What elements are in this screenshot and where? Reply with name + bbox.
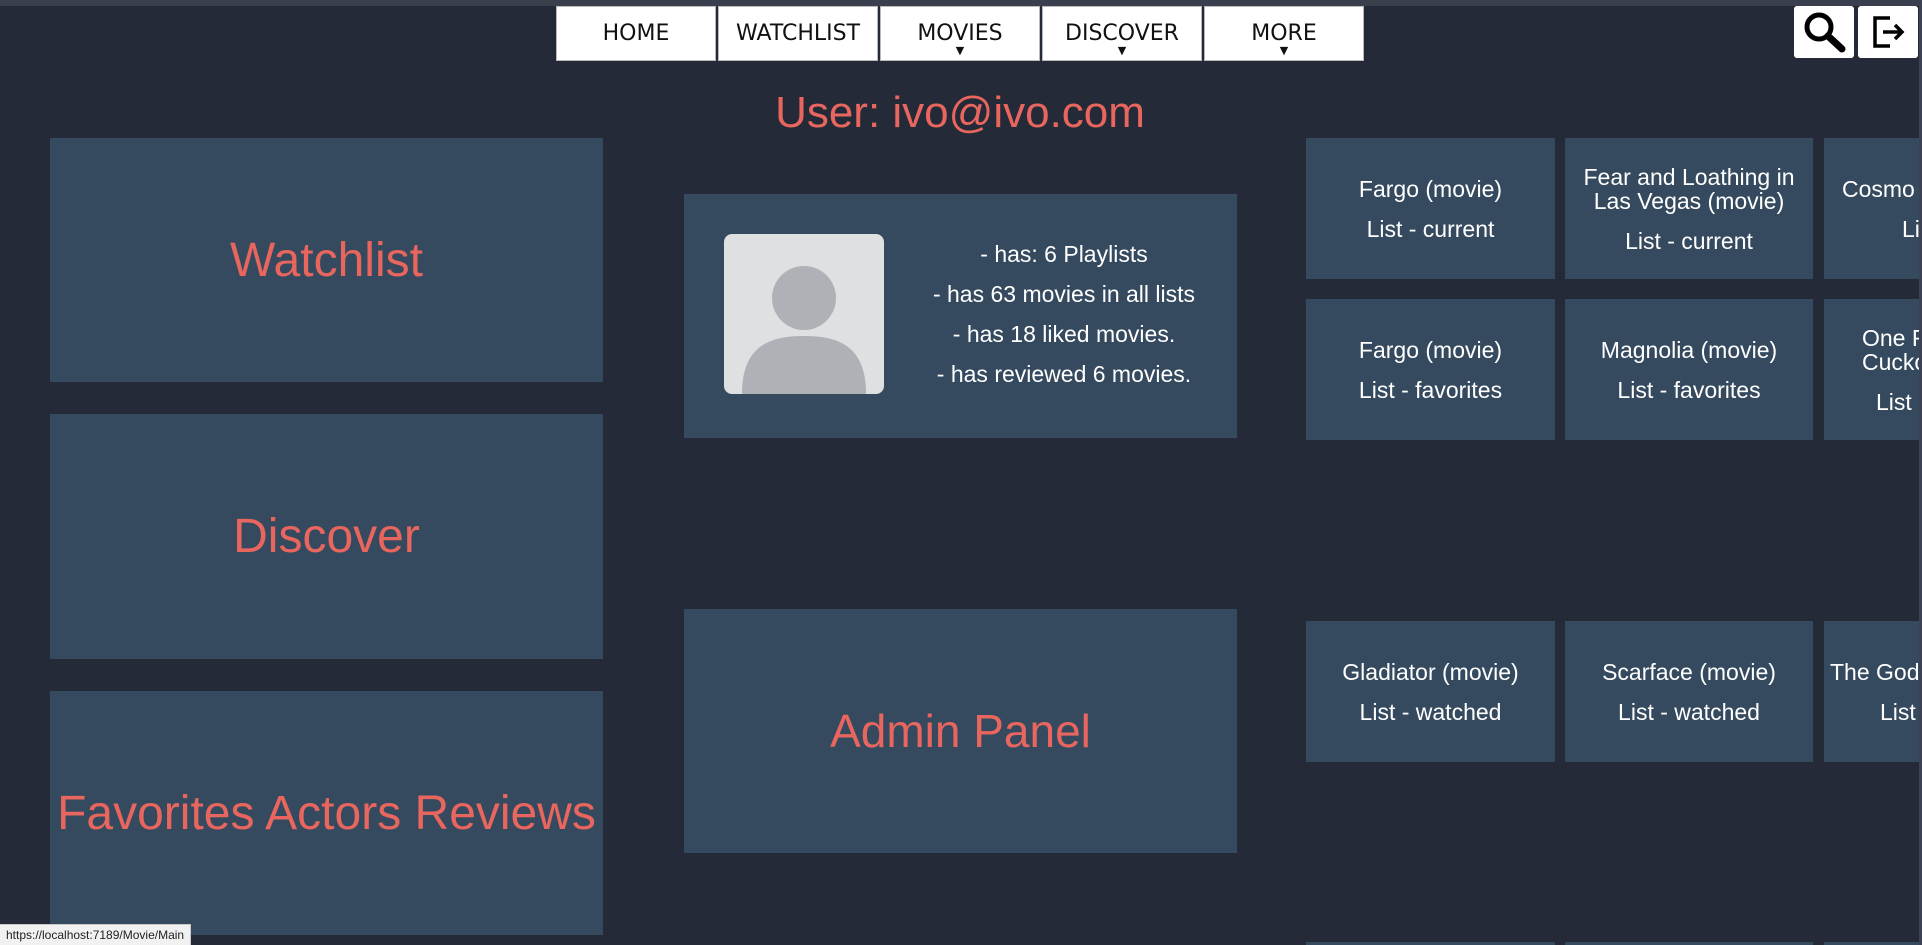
movie-title: Magnolia (movie)	[1600, 336, 1778, 363]
nav-discover-label: DISCOVER	[1065, 21, 1179, 46]
logout-button[interactable]	[1858, 6, 1918, 58]
avatar	[724, 234, 884, 394]
movie-card[interactable]: Fear and Loathing in Las Vegas (movie) L…	[1565, 138, 1813, 279]
stat-reviewed-movies: - has reviewed 6 movies.	[936, 361, 1192, 387]
favorites-tile-label: Favorites Actors Reviews	[57, 786, 596, 840]
nav-movies-label: MOVIES	[917, 21, 1003, 46]
movie-list: List	[1902, 215, 1919, 242]
dropdown-arrow-icon: ▼	[1279, 44, 1289, 57]
main-nav: HOME WATCHLIST MOVIES ▼ DISCOVER ▼ MORE …	[556, 6, 1364, 61]
nav-home-label: HOME	[602, 21, 670, 46]
movie-list: List - watched	[1359, 698, 1502, 725]
movie-list: List - current	[1366, 215, 1495, 242]
movie-card[interactable]: Gladiator (movie) List - watched	[1306, 621, 1555, 762]
dropdown-arrow-icon: ▼	[1117, 44, 1127, 57]
movie-card[interactable]: Magnolia (movie) List - favorites	[1565, 299, 1813, 440]
search-icon	[1804, 12, 1846, 53]
nav-discover-button[interactable]: DISCOVER ▼	[1042, 6, 1202, 61]
discover-tile-label: Discover	[233, 510, 420, 563]
user-title: User: ivo@ivo.com	[775, 88, 1145, 137]
movie-title: Fear and Loathing in Las Vegas (movie)	[1583, 163, 1795, 214]
watchlist-tile-label: Watchlist	[230, 233, 423, 287]
admin-panel-tile[interactable]: Admin Panel	[684, 609, 1237, 853]
nav-watchlist-label: WATCHLIST	[735, 21, 861, 46]
favorites-tile[interactable]: Favorites Actors Reviews	[50, 691, 603, 935]
profile-card: - has: 6 Playlists - has 63 movies in al…	[684, 194, 1237, 438]
nav-movies-button[interactable]: MOVIES ▼	[880, 6, 1040, 61]
movie-card[interactable]: Scarface (movie) List - watched	[1565, 621, 1813, 762]
user-avatar-icon	[742, 266, 866, 394]
nav-more-label: MORE	[1251, 21, 1317, 46]
movie-title: Scarface (movie)	[1602, 658, 1776, 685]
movie-card[interactable]: The God List -	[1824, 621, 1919, 762]
stat-playlists: - has: 6 Playlists	[980, 241, 1148, 267]
watchlist-tile[interactable]: Watchlist	[50, 138, 603, 382]
stat-liked-movies: - has 18 liked movies.	[952, 321, 1176, 347]
user-stats: - has: 6 Playlists - has 63 movies in al…	[899, 234, 1229, 394]
status-bar-url: https://localhost:7189/Movie/Main	[0, 924, 192, 945]
discover-tile[interactable]: Discover	[50, 414, 603, 659]
movie-title: Cosmo	[1842, 175, 1915, 202]
nav-watchlist-button[interactable]: WATCHLIST	[718, 6, 878, 61]
movie-title: The God	[1830, 658, 1919, 685]
movie-title: Gladiator (movie)	[1342, 658, 1519, 685]
nav-home-button[interactable]: HOME	[556, 6, 716, 61]
movie-list: List - watched	[1618, 698, 1760, 725]
dropdown-arrow-icon: ▼	[955, 44, 965, 57]
movie-card[interactable]: Fargo (movie) List - favorites	[1306, 299, 1555, 440]
movie-list: List - current	[1625, 227, 1753, 254]
movie-list: List -	[1876, 388, 1919, 415]
movie-card[interactable]: One Fl Cuckoo's List -	[1824, 299, 1919, 440]
movie-card[interactable]: Fargo (movie) List - current	[1306, 138, 1555, 279]
movie-list: List -	[1880, 698, 1919, 725]
logout-icon	[1873, 16, 1905, 48]
movie-list: List - favorites	[1358, 376, 1503, 403]
movie-card[interactable]: Cosmo List	[1824, 138, 1919, 279]
nav-more-button[interactable]: MORE ▼	[1204, 6, 1364, 61]
stat-movies-in-lists: - has 63 movies in all lists	[932, 281, 1196, 307]
movie-list: List - favorites	[1617, 376, 1761, 403]
movie-title: One Fl Cuckoo's	[1862, 324, 1919, 375]
admin-panel-label: Admin Panel	[830, 705, 1091, 757]
search-button[interactable]	[1794, 6, 1854, 58]
movie-title: Fargo (movie)	[1358, 175, 1503, 202]
movie-title: Fargo (movie)	[1358, 336, 1503, 363]
